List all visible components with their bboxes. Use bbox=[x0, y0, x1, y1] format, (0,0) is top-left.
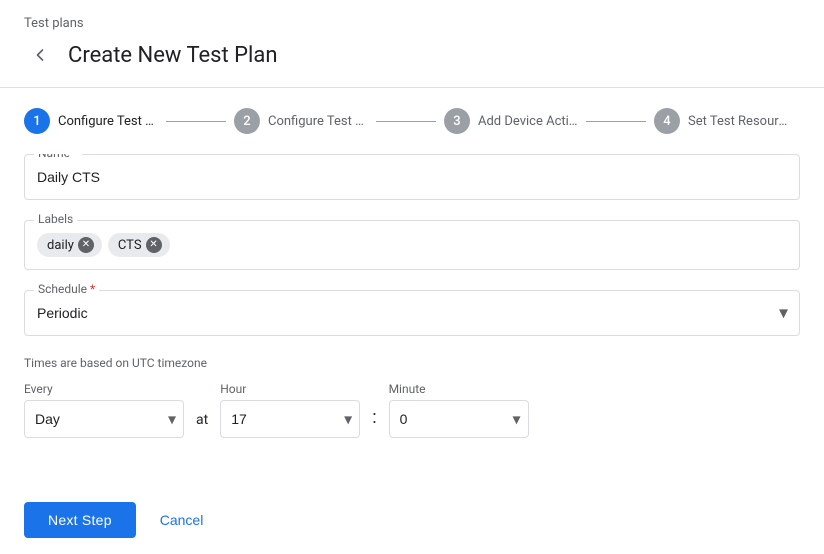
chip-cts: CTS ✕ bbox=[108, 233, 170, 257]
schedule-select[interactable]: Periodic One-time bbox=[24, 290, 800, 336]
header-divider bbox=[0, 87, 824, 88]
schedule-field-group: Schedule * Periodic One-time ▾ bbox=[24, 290, 800, 336]
stepper: 1 Configure Test Pl... 2 Configure Test … bbox=[0, 108, 824, 154]
chip-daily-remove[interactable]: ✕ bbox=[78, 237, 94, 253]
labels-label: Labels bbox=[34, 212, 77, 226]
every-label: Every bbox=[24, 382, 184, 396]
every-select[interactable]: Day Hour Week bbox=[24, 400, 184, 438]
every-group: Every Day Hour Week ▾ bbox=[24, 382, 184, 438]
footer: Next Step Cancel bbox=[0, 486, 824, 554]
schedule-select-wrapper: Periodic One-time ▾ bbox=[24, 290, 800, 336]
step-1-circle: 1 bbox=[24, 108, 50, 134]
step-3: 3 Add Device Actio... bbox=[444, 108, 578, 134]
step-2-circle: 2 bbox=[234, 108, 260, 134]
step-4-label: Set Test Resourc... bbox=[688, 114, 788, 129]
timezone-note: Times are based on UTC timezone bbox=[24, 356, 800, 370]
step-2-label: Configure Test Ru... bbox=[268, 114, 368, 129]
labels-field-group: Labels daily ✕ CTS ✕ bbox=[24, 220, 800, 270]
every-select-wrapper: Day Hour Week ▾ bbox=[24, 400, 184, 438]
cancel-button[interactable]: Cancel bbox=[152, 502, 212, 538]
step-4: 4 Set Test Resourc... bbox=[654, 108, 788, 134]
hour-select[interactable]: 0123 4567 891011 12131415 16171819 20212… bbox=[220, 400, 360, 438]
step-3-circle: 3 bbox=[444, 108, 470, 134]
step-2: 2 Configure Test Ru... bbox=[234, 108, 368, 134]
colon-separator: : bbox=[372, 407, 376, 438]
step-3-label: Add Device Actio... bbox=[478, 114, 578, 129]
breadcrumb: Test plans bbox=[24, 16, 800, 31]
name-field-group: Name * bbox=[24, 154, 800, 200]
chip-cts-remove[interactable]: ✕ bbox=[146, 237, 162, 253]
hour-group: Hour 0123 4567 891011 12131415 16171819 … bbox=[220, 382, 360, 438]
step-4-circle: 4 bbox=[654, 108, 680, 134]
page-title: Create New Test Plan bbox=[68, 43, 278, 68]
page-container: Test plans Create New Test Plan 1 Config… bbox=[0, 0, 824, 554]
minute-select-wrapper: 0510 152025 303540 455055 ▾ bbox=[389, 400, 529, 438]
at-label: at bbox=[196, 412, 208, 438]
step-1-label: Configure Test Pl... bbox=[58, 114, 158, 129]
step-connector-1 bbox=[166, 121, 226, 122]
schedule-label: Schedule * bbox=[34, 282, 99, 296]
hour-select-wrapper: 0123 4567 891011 12131415 16171819 20212… bbox=[220, 400, 360, 438]
step-connector-3 bbox=[586, 121, 646, 122]
page-title-row: Create New Test Plan bbox=[24, 39, 800, 87]
page-header: Test plans Create New Test Plan bbox=[0, 0, 824, 87]
minute-label: Minute bbox=[389, 382, 529, 396]
hour-label: Hour bbox=[220, 382, 360, 396]
name-label: Name * bbox=[34, 154, 82, 160]
back-button[interactable] bbox=[24, 39, 56, 71]
next-step-button[interactable]: Next Step bbox=[24, 502, 136, 538]
name-input[interactable] bbox=[24, 154, 800, 200]
periodic-row: Every Day Hour Week ▾ at Hour 0123 4567 bbox=[24, 382, 800, 438]
minute-group: Minute 0510 152025 303540 455055 ▾ bbox=[389, 382, 529, 438]
chip-daily: daily ✕ bbox=[37, 233, 102, 257]
form-container: Name * Labels daily ✕ CTS ✕ Schedul bbox=[0, 154, 824, 486]
step-connector-2 bbox=[376, 121, 436, 122]
step-1: 1 Configure Test Pl... bbox=[24, 108, 158, 134]
labels-field[interactable]: daily ✕ CTS ✕ bbox=[24, 220, 800, 270]
minute-select[interactable]: 0510 152025 303540 455055 bbox=[389, 400, 529, 438]
